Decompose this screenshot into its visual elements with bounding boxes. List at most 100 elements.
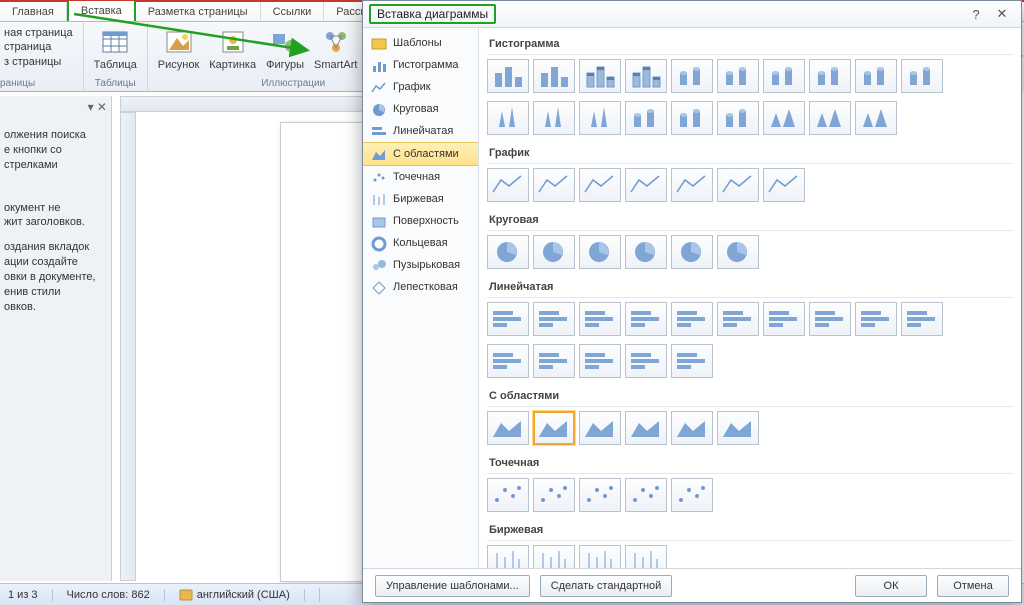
chart-thumb[interactable]: [717, 59, 759, 93]
tab-home[interactable]: Главная: [0, 2, 67, 21]
page-opt-3[interactable]: з страницы: [4, 55, 73, 69]
chart-thumb[interactable]: [625, 235, 667, 269]
chart-thumb[interactable]: [671, 411, 713, 445]
chart-thumb[interactable]: [533, 478, 575, 512]
chart-thumb[interactable]: [763, 168, 805, 202]
category-Кольцевая[interactable]: Кольцевая: [363, 232, 478, 254]
chart-thumb[interactable]: [487, 168, 529, 202]
chart-thumb[interactable]: [579, 59, 621, 93]
chart-thumb[interactable]: [855, 59, 897, 93]
page-opt-1[interactable]: ная страница: [4, 26, 73, 40]
category-Лепестковая[interactable]: Лепестковая: [363, 276, 478, 298]
chart-thumb[interactable]: [717, 101, 759, 135]
clipart-button[interactable]: Картинка: [205, 24, 260, 77]
chart-thumb[interactable]: [625, 545, 667, 568]
category-График[interactable]: График: [363, 76, 478, 98]
chart-thumb[interactable]: [533, 101, 575, 135]
chart-thumb[interactable]: [487, 478, 529, 512]
chart-thumb[interactable]: [625, 101, 667, 135]
chart-thumb[interactable]: [533, 302, 575, 336]
chart-thumb[interactable]: [625, 168, 667, 202]
chart-thumb[interactable]: [671, 478, 713, 512]
tab-refs[interactable]: Ссылки: [261, 2, 325, 21]
chart-thumb[interactable]: [855, 302, 897, 336]
chart-thumb[interactable]: [579, 235, 621, 269]
chart-thumb[interactable]: [579, 344, 621, 378]
chart-thumb[interactable]: [579, 545, 621, 568]
chart-gallery[interactable]: ГистограммаГрафикКруговаяЛинейчатаяС обл…: [479, 28, 1021, 568]
chart-thumb[interactable]: [487, 545, 529, 568]
chart-thumb[interactable]: [717, 302, 759, 336]
chart-thumb[interactable]: [855, 101, 897, 135]
chart-thumb[interactable]: [809, 59, 851, 93]
status-lang[interactable]: английский (США): [179, 588, 320, 602]
chart-thumb[interactable]: [533, 168, 575, 202]
chart-thumb[interactable]: [533, 235, 575, 269]
chart-thumb[interactable]: [533, 59, 575, 93]
status-page[interactable]: 1 из 3: [8, 589, 53, 601]
table-button[interactable]: Таблица: [90, 24, 141, 73]
category-Гистограмма[interactable]: Гистограмма: [363, 54, 478, 76]
chart-thumb[interactable]: [671, 59, 713, 93]
category-Биржевая[interactable]: Биржевая: [363, 188, 478, 210]
help-button[interactable]: ?: [963, 5, 989, 23]
chart-thumb[interactable]: [809, 302, 851, 336]
chart-thumb[interactable]: [533, 545, 575, 568]
picture-button[interactable]: Рисунок: [154, 24, 204, 77]
dialog-titlebar[interactable]: Вставка диаграммы ? ✕: [363, 1, 1021, 27]
chart-thumb[interactable]: [579, 478, 621, 512]
chart-thumb[interactable]: [487, 302, 529, 336]
chart-thumb[interactable]: [487, 344, 529, 378]
category-С областями[interactable]: С областями: [363, 142, 478, 166]
chart-thumb[interactable]: [625, 59, 667, 93]
category-Пузырьковая[interactable]: Пузырьковая: [363, 254, 478, 276]
category-Точечная[interactable]: Точечная: [363, 166, 478, 188]
chart-thumb[interactable]: [487, 101, 529, 135]
chart-thumb[interactable]: [625, 411, 667, 445]
tab-insert[interactable]: Вставка: [67, 1, 136, 21]
gallery-row: [487, 101, 1013, 135]
nav-close-icon[interactable]: ▾ ✕: [88, 100, 107, 114]
set-default-button[interactable]: Сделать стандартной: [540, 575, 673, 597]
page-opt-2[interactable]: страница: [4, 40, 73, 54]
chart-thumb[interactable]: [717, 168, 759, 202]
status-wordcount[interactable]: Число слов: 862: [67, 589, 165, 601]
chart-thumb[interactable]: [671, 101, 713, 135]
chart-thumb[interactable]: [717, 235, 759, 269]
chart-thumb[interactable]: [763, 101, 805, 135]
manage-templates-button[interactable]: Управление шаблонами...: [375, 575, 530, 597]
shapes-button[interactable]: Фигуры: [262, 24, 308, 77]
chart-thumb[interactable]: [763, 302, 805, 336]
chart-thumb[interactable]: [487, 235, 529, 269]
chart-thumb[interactable]: [763, 59, 805, 93]
tab-layout[interactable]: Разметка страницы: [136, 2, 261, 21]
close-button[interactable]: ✕: [989, 5, 1015, 23]
gallery-heading: С областями: [487, 386, 1013, 407]
chart-thumb[interactable]: [533, 344, 575, 378]
chart-thumb[interactable]: [671, 302, 713, 336]
cancel-button[interactable]: Отмена: [937, 575, 1009, 597]
chart-thumb[interactable]: [487, 59, 529, 93]
chart-thumb[interactable]: [533, 411, 575, 445]
chart-thumb[interactable]: [579, 168, 621, 202]
chart-thumb[interactable]: [901, 302, 943, 336]
category-Поверхность[interactable]: Поверхность: [363, 210, 478, 232]
chart-thumb[interactable]: [579, 411, 621, 445]
chart-thumb[interactable]: [671, 344, 713, 378]
chart-thumb[interactable]: [809, 101, 851, 135]
chart-thumb[interactable]: [579, 302, 621, 336]
chart-thumb[interactable]: [625, 344, 667, 378]
ok-button[interactable]: ОК: [855, 575, 927, 597]
smartart-button[interactable]: SmartArt: [310, 24, 361, 77]
chart-thumb[interactable]: [579, 101, 621, 135]
category-Круговая[interactable]: Круговая: [363, 98, 478, 120]
chart-thumb[interactable]: [671, 168, 713, 202]
chart-thumb[interactable]: [671, 235, 713, 269]
category-Линейчатая[interactable]: Линейчатая: [363, 120, 478, 142]
chart-thumb[interactable]: [625, 302, 667, 336]
category-Шаблоны[interactable]: Шаблоны: [363, 32, 478, 54]
chart-thumb[interactable]: [901, 59, 943, 93]
chart-thumb[interactable]: [487, 411, 529, 445]
chart-thumb[interactable]: [717, 411, 759, 445]
chart-thumb[interactable]: [625, 478, 667, 512]
